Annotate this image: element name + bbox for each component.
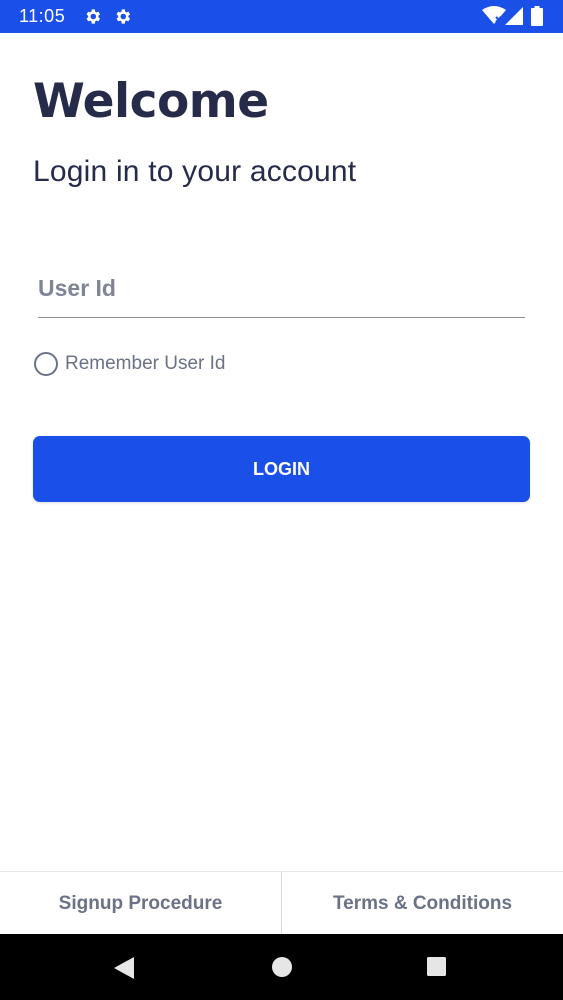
signup-procedure-label: Signup Procedure	[58, 892, 223, 914]
login-button[interactable]: LOGIN	[33, 436, 530, 502]
gear-icon	[86, 9, 101, 24]
terms-conditions-label: Terms & Conditions	[332, 892, 513, 914]
signal-icon	[505, 7, 523, 25]
status-bar: 11:05	[0, 0, 563, 33]
navigation-bar	[0, 934, 563, 1000]
remember-radio-button[interactable]	[34, 352, 58, 376]
recents-icon[interactable]	[426, 956, 447, 977]
back-icon[interactable]	[113, 956, 135, 980]
signup-procedure-link[interactable]: Signup Procedure	[0, 872, 281, 935]
gear-icon	[116, 9, 131, 24]
user-id-input[interactable]	[38, 264, 525, 312]
battery-icon	[531, 6, 543, 26]
login-subtitle: Login in to your account	[33, 155, 357, 188]
user-id-field[interactable]	[38, 264, 525, 318]
status-time: 11:05	[19, 6, 66, 26]
login-button-label: LOGIN	[253, 458, 310, 479]
remember-user-id-option[interactable]: Remember User Id	[34, 350, 226, 378]
footer-links: Signup Procedure Terms & Conditions	[0, 871, 563, 935]
welcome-title: Welcome	[33, 74, 269, 129]
terms-conditions-link[interactable]: Terms & Conditions	[282, 872, 563, 935]
wifi-icon	[482, 6, 506, 24]
home-icon[interactable]	[271, 956, 293, 978]
remember-user-id-label: Remember User Id	[65, 353, 226, 374]
